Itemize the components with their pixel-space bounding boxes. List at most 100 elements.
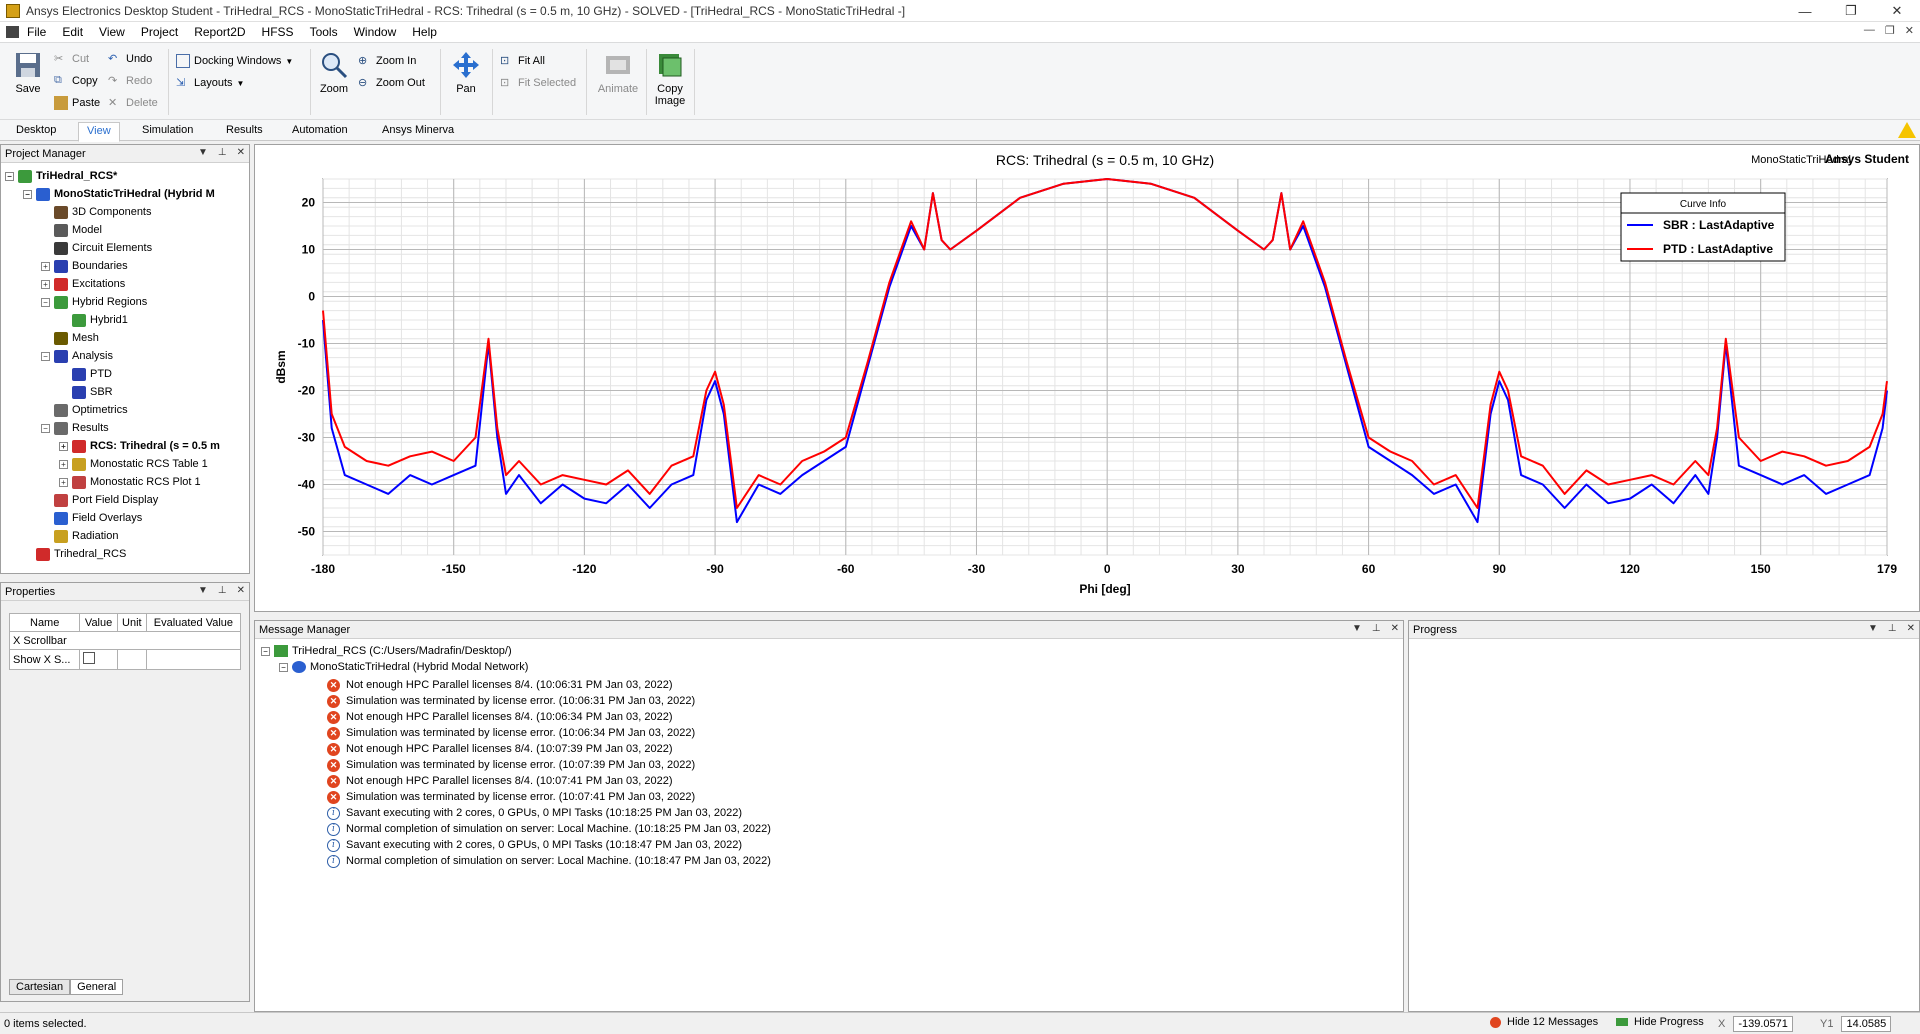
collapse-icon[interactable]: −: [23, 189, 32, 199]
copy-button[interactable]: ⧉ Copy: [54, 71, 98, 91]
message-line[interactable]: i Savant executing with 2 cores, 0 GPUs, …: [327, 837, 742, 853]
close-icon[interactable]: ✕: [237, 147, 245, 158]
tree-item[interactable]: Trihedral_RCS: [23, 545, 126, 563]
tree-item[interactable]: − Results: [41, 419, 109, 437]
close-icon[interactable]: ✕: [237, 585, 245, 596]
tree-item[interactable]: Mesh: [41, 329, 99, 347]
message-line[interactable]: ✕ Simulation was terminated by license er…: [327, 693, 695, 709]
layouts-button[interactable]: ⇲ Layouts ▼: [176, 73, 244, 93]
collapse-icon[interactable]: −: [41, 351, 50, 361]
pin-icon[interactable]: ⊥: [218, 585, 227, 596]
zoom-out-button[interactable]: ⊖ Zoom Out: [358, 73, 425, 93]
expand-icon[interactable]: +: [59, 459, 68, 469]
redo-button[interactable]: ↷ Redo: [108, 71, 152, 91]
mdi-restore-button[interactable]: ❐: [1885, 24, 1895, 37]
close-button[interactable]: ✕: [1874, 0, 1920, 22]
collapse-icon[interactable]: −: [5, 171, 14, 181]
message-line[interactable]: ✕ Not enough HPC Parallel licenses 8/4. (…: [327, 773, 673, 789]
mdi-doc-icon[interactable]: [6, 26, 19, 38]
tree-item[interactable]: Radiation: [41, 527, 118, 545]
pin-icon[interactable]: ⊥: [1372, 623, 1381, 634]
panel-menu-icon[interactable]: ▼: [1868, 623, 1878, 634]
cut-button[interactable]: ✂ Cut: [54, 49, 89, 69]
message-line[interactable]: ✕ Simulation was terminated by license er…: [327, 757, 695, 773]
message-line[interactable]: i Savant executing with 2 cores, 0 GPUs, …: [327, 805, 742, 821]
message-line[interactable]: ✕ Not enough HPC Parallel licenses 8/4. (…: [327, 677, 673, 693]
tree-item[interactable]: 3D Components: [41, 203, 152, 221]
message-design[interactable]: − MonoStaticTriHedral (Hybrid Modal Netw…: [279, 659, 528, 675]
message-line[interactable]: ✕ Simulation was terminated by license er…: [327, 789, 695, 805]
rcs-chart[interactable]: -180 -150 -120 -90 -60 -30 0 30 60 90 120 150 179 20 1…: [255, 145, 1919, 611]
copy-image-button[interactable]: Copy Image: [652, 47, 688, 117]
collapse-icon[interactable]: −: [41, 423, 50, 433]
tree-item[interactable]: + Monostatic RCS Plot 1: [59, 473, 201, 491]
animate-button[interactable]: Animate: [596, 47, 640, 117]
expand-icon[interactable]: +: [41, 279, 50, 289]
tree-item[interactable]: PTD: [59, 365, 112, 383]
tab-simulation[interactable]: Simulation: [134, 122, 201, 138]
close-icon[interactable]: ✕: [1907, 623, 1915, 634]
menu-edit[interactable]: Edit: [54, 25, 91, 39]
tree-item[interactable]: + Monostatic RCS Table 1: [59, 455, 208, 473]
show-x-scrollbar-checkbox[interactable]: [79, 649, 118, 670]
hide-messages-button[interactable]: Hide 12 Messages: [1490, 1016, 1598, 1028]
tree-item[interactable]: Optimetrics: [41, 401, 128, 419]
expand-icon[interactable]: +: [41, 261, 50, 271]
tree-item[interactable]: Model: [41, 221, 102, 239]
tab-desktop[interactable]: Desktop: [8, 122, 64, 138]
tree-item[interactable]: Circuit Elements: [41, 239, 152, 257]
tree-item[interactable]: Port Field Display: [41, 491, 158, 509]
tree-item[interactable]: − TriHedral_RCS*: [5, 167, 117, 185]
message-line[interactable]: ✕ Simulation was terminated by license er…: [327, 725, 695, 741]
tab-results[interactable]: Results: [218, 122, 271, 138]
menu-window[interactable]: Window: [346, 25, 405, 39]
collapse-icon[interactable]: −: [261, 646, 270, 656]
tree-item[interactable]: SBR: [59, 383, 113, 401]
plot-window[interactable]: -180 -150 -120 -90 -60 -30 0 30 60 90 120 150 179 20 1…: [254, 144, 1920, 612]
docking-windows-button[interactable]: Docking Windows ▼: [176, 51, 293, 71]
pin-icon[interactable]: ⊥: [1888, 623, 1897, 634]
expand-icon[interactable]: +: [59, 477, 68, 487]
message-line[interactable]: ✕ Not enough HPC Parallel licenses 8/4. (…: [327, 741, 673, 757]
tree-item[interactable]: − MonoStaticTriHedral (Hybrid M: [23, 185, 215, 203]
tab-cartesian[interactable]: Cartesian: [9, 979, 71, 995]
zoom-in-button[interactable]: ⊕ Zoom In: [358, 51, 416, 71]
fit-selected-button[interactable]: ⊡ Fit Selected: [500, 73, 576, 93]
message-line[interactable]: i Normal completion of simulation on serv…: [327, 853, 771, 869]
menu-view[interactable]: View: [91, 25, 133, 39]
expand-icon[interactable]: +: [59, 441, 68, 451]
paste-button[interactable]: Paste: [54, 93, 100, 113]
close-icon[interactable]: ✕: [1391, 623, 1399, 634]
mdi-close-button[interactable]: ✕: [1905, 24, 1914, 37]
restore-button[interactable]: ❐: [1828, 0, 1874, 22]
tree-item[interactable]: + Excitations: [41, 275, 125, 293]
message-project[interactable]: − TriHedral_RCS (C:/Users/Madrafin/Deskt…: [261, 643, 512, 659]
menu-hfss[interactable]: HFSS: [254, 25, 302, 39]
delete-button[interactable]: ✕ Delete: [108, 93, 158, 113]
panel-menu-icon[interactable]: ▼: [198, 147, 208, 158]
fit-all-button[interactable]: ⊡ Fit All: [500, 51, 545, 71]
tree-item[interactable]: + RCS: Trihedral (s = 0.5 m: [59, 437, 220, 455]
menu-help[interactable]: Help: [404, 25, 445, 39]
save-button[interactable]: Save: [8, 47, 48, 117]
hide-progress-button[interactable]: Hide Progress: [1616, 1016, 1704, 1028]
panel-menu-icon[interactable]: ▼: [1352, 623, 1362, 634]
tree-item[interactable]: + Boundaries: [41, 257, 128, 275]
tab-ansys-minerva[interactable]: Ansys Minerva: [374, 122, 462, 138]
tab-view[interactable]: View: [78, 122, 120, 142]
zoom-button[interactable]: Zoom: [314, 47, 354, 117]
collapse-icon[interactable]: −: [279, 662, 288, 672]
menu-tools[interactable]: Tools: [302, 25, 346, 39]
tab-automation[interactable]: Automation: [284, 122, 356, 138]
panel-menu-icon[interactable]: ▼: [198, 585, 208, 596]
tree-item[interactable]: Field Overlays: [41, 509, 142, 527]
tree-item[interactable]: Hybrid1: [59, 311, 128, 329]
collapse-icon[interactable]: −: [41, 297, 50, 307]
message-line[interactable]: i Normal completion of simulation on serv…: [327, 821, 771, 837]
message-line[interactable]: ✕ Not enough HPC Parallel licenses 8/4. (…: [327, 709, 673, 725]
menu-file[interactable]: File: [19, 25, 54, 39]
mdi-minimize-button[interactable]: —: [1864, 24, 1875, 37]
menu-project[interactable]: Project: [133, 25, 186, 39]
menu-report2d[interactable]: Report2D: [186, 25, 253, 39]
pan-button[interactable]: Pan: [446, 47, 486, 117]
